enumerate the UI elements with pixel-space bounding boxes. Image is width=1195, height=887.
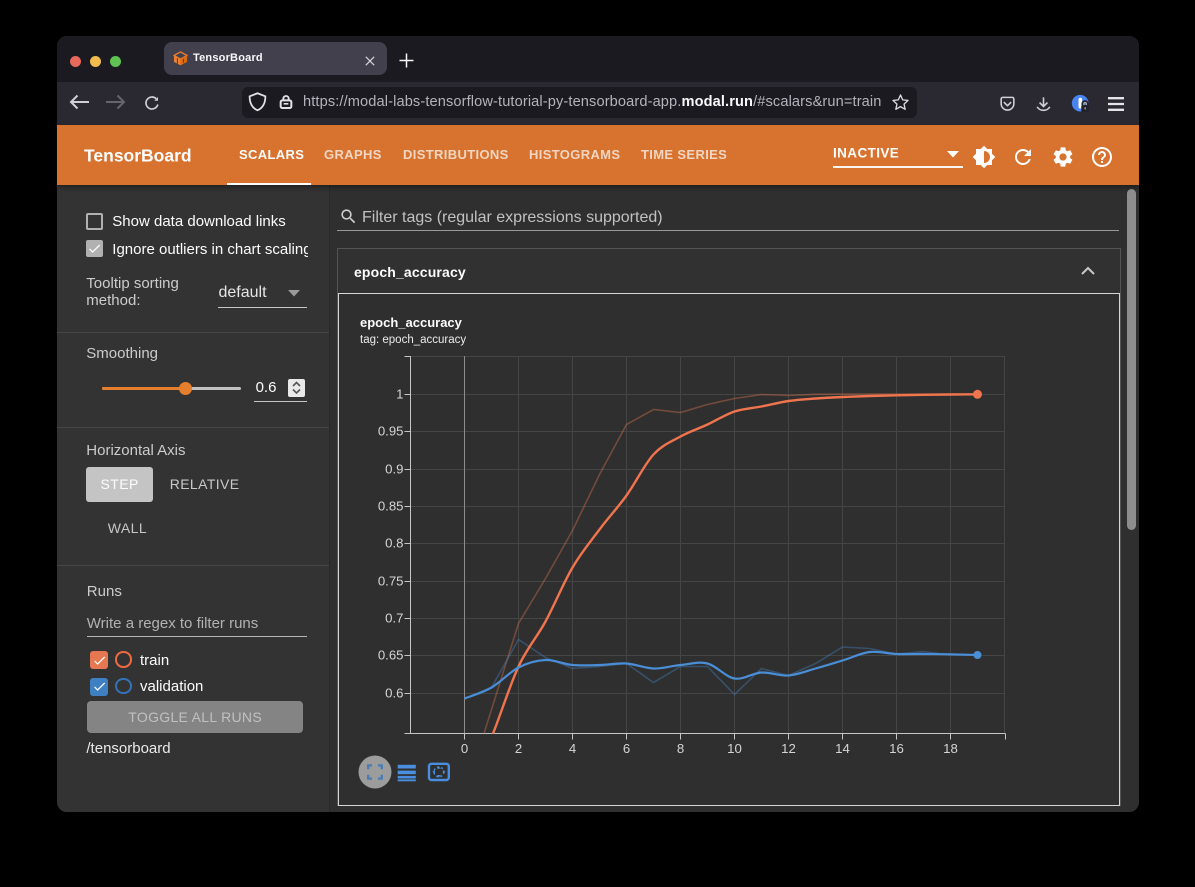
svg-text:0.6: 0.6 (385, 686, 403, 701)
svg-text:0.85: 0.85 (377, 499, 403, 514)
svg-text:0.95: 0.95 (377, 424, 403, 439)
svg-text:0.65: 0.65 (377, 648, 403, 663)
svg-text:epoch_accuracy: epoch_accuracy (360, 315, 463, 330)
svg-text:0.8: 0.8 (385, 536, 403, 551)
svg-text:1: 1 (396, 387, 403, 402)
svg-text:2: 2 (514, 741, 521, 756)
svg-text:SCALARS: SCALARS (239, 147, 304, 162)
svg-text:0.7: 0.7 (385, 611, 403, 626)
svg-text:14: 14 (835, 741, 850, 756)
svg-text:TIME SERIES: TIME SERIES (641, 147, 727, 162)
svg-text:8: 8 (676, 741, 683, 756)
svg-text:GRAPHS: GRAPHS (324, 147, 382, 162)
svg-text:6: 6 (622, 741, 629, 756)
svg-text:INACTIVE: INACTIVE (833, 146, 899, 161)
svg-text:12: 12 (781, 741, 796, 756)
svg-text:0: 0 (460, 741, 467, 756)
svg-text:HISTOGRAMS: HISTOGRAMS (529, 147, 620, 162)
svg-text:tag: epoch_accuracy: tag: epoch_accuracy (360, 334, 466, 346)
svg-text:TensorBoard: TensorBoard (84, 146, 192, 166)
svg-text:0.9: 0.9 (385, 462, 403, 477)
svg-text:DISTRIBUTIONS: DISTRIBUTIONS (403, 147, 509, 162)
svg-text:4: 4 (568, 741, 575, 756)
svg-text:16: 16 (889, 741, 904, 756)
svg-text:0.75: 0.75 (377, 574, 403, 589)
svg-text:10: 10 (727, 741, 742, 756)
svg-text:18: 18 (943, 741, 958, 756)
